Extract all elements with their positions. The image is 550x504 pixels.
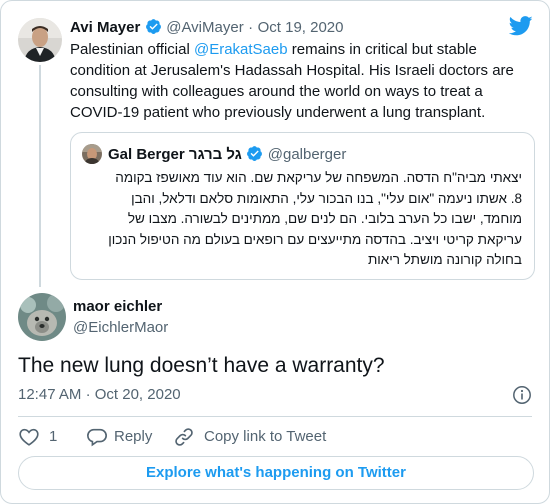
main-author-handle[interactable]: @EichlerMaor [73,319,168,336]
verified-badge-icon [246,145,263,167]
quoted-tweet-text: יצאתי מביה"ח הדסה. המשפחה של עריקאת שם. … [79,168,522,271]
text-line: 8. אשתו ניעמה "אום עלי", בנו הבכור עלי, … [131,190,522,206]
info-icon[interactable] [512,385,532,410]
avatar-avi-mayer[interactable] [18,18,62,62]
text-line: עריקאת קריטי ויציב. בהדסה מתייעצים עם רו… [108,231,522,247]
quoted-author-name: Gal Berger גל ברגר [108,146,242,163]
thread-connector [39,65,41,287]
parent-tweet-text: Palestinian official @ErakatSaeb remains… [70,39,540,123]
text-segment: Palestinian official [70,41,194,58]
text-line: COVID-19 patient who previously underwen… [70,104,486,121]
text-segment: remains in critical but stable [287,41,477,58]
heart-icon [18,426,40,452]
reply-icon [86,426,108,452]
like-count: 1 [49,428,58,445]
tweet-time[interactable]: 12:47 AM [18,386,81,403]
author-name[interactable]: Avi Mayer [70,19,140,36]
avatar-maor-eichler[interactable] [18,293,66,341]
text-line: מוחמד, ישבו כל הערב בלובי. הם לנים שם, מ… [127,211,522,226]
embedded-tweet-card: Avi Mayer @AviMayer · Oct 19, 2020 Pales… [0,0,550,504]
main-author-name[interactable]: maor eichler [73,298,162,315]
reply-label: Reply [114,428,153,445]
tweet-date[interactable]: Oct 19, 2020 [258,19,344,36]
quoted-tweet[interactable]: Gal Berger גל ברגר @galberger יצאתי מביה… [70,132,535,280]
author-handle[interactable]: @AviMayer [166,19,243,36]
text-line: יצאתי מביה"ח הדסה. המשפחה של עריקאת שם. … [115,170,522,185]
twitter-bird-icon[interactable] [508,16,533,41]
text-line: condition at Jerusalem's Hadassah Hospit… [70,62,514,79]
link-icon [173,426,195,452]
mention-link[interactable]: @ErakatSaeb [194,41,288,58]
text-line: בחולה קורונה מושתל ריאות [367,252,522,267]
meta-separator: · [248,19,254,36]
meta-separator: · [85,386,91,403]
explore-twitter-button[interactable]: Explore what's happening on Twitter [18,456,534,490]
tweet-date[interactable]: Oct 20, 2020 [95,386,181,403]
avatar-gal-berger [82,144,102,164]
text-line: consulting with colleagues around the wo… [70,83,483,100]
quoted-author-handle: @galberger [267,146,347,163]
copy-link-label: Copy link to Tweet [204,428,327,445]
explore-label: Explore what's happening on Twitter [146,464,406,481]
main-tweet-text: The new lung doesn’t have a warranty? [18,354,385,377]
divider [18,416,532,417]
verified-badge-icon [145,18,162,40]
